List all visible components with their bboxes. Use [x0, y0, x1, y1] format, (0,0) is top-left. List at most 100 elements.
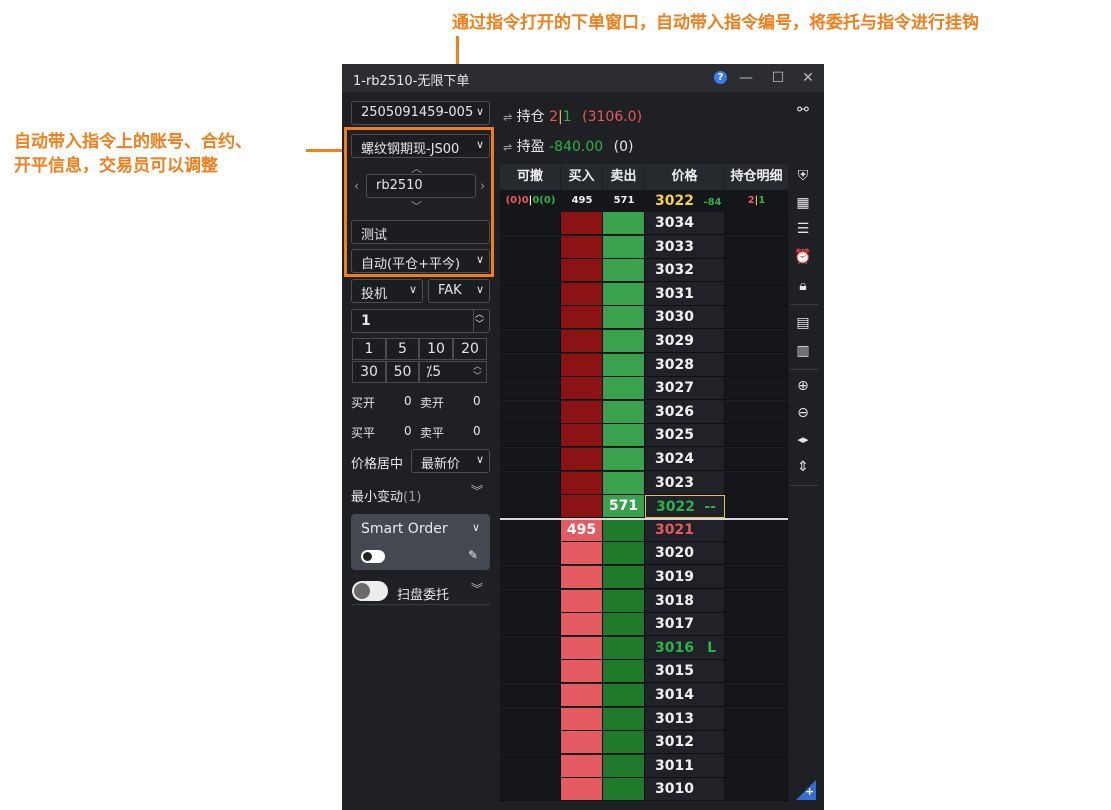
grid-icon[interactable]: ▦ — [794, 194, 812, 212]
position-cell[interactable] — [725, 424, 788, 448]
zoom-in-icon[interactable]: ⊕ — [794, 377, 812, 395]
plus-icon[interactable]: + — [805, 785, 814, 798]
cancel-cell[interactable] — [500, 636, 561, 660]
cancel-cell[interactable] — [500, 566, 561, 589]
sell-cell[interactable] — [603, 377, 645, 401]
remark-input[interactable]: 测试 — [351, 220, 490, 244]
position-cell[interactable] — [725, 400, 788, 424]
position-cell[interactable] — [725, 754, 788, 778]
printer-icon[interactable]: ☰ — [794, 220, 812, 238]
price-cell[interactable]: 3023 — [645, 471, 725, 495]
buy-cell[interactable] — [561, 471, 603, 495]
sell-cell[interactable] — [603, 731, 645, 755]
minimize-button[interactable]: — — [736, 68, 756, 88]
instruction-id-select[interactable]: 2505091459-005 ∨ — [351, 101, 490, 125]
pct-stepper[interactable]: ⁒5 ︿ ﹀ — [419, 361, 487, 383]
price-cell[interactable]: 3025 — [645, 424, 725, 448]
price-cell[interactable]: 3014 — [645, 684, 725, 707]
position-cell[interactable] — [725, 707, 788, 731]
buy-cell[interactable] — [561, 259, 603, 283]
close-button[interactable]: ✕ — [798, 68, 818, 88]
price-cell[interactable]: 3029 — [645, 330, 725, 353]
position-cell[interactable] — [725, 636, 788, 660]
help-icon[interactable]: ? — [714, 71, 727, 84]
order-type-select[interactable]: FAK ∨ — [428, 279, 490, 303]
position-cell[interactable] — [725, 684, 788, 707]
list-icon[interactable]: ▤ — [794, 314, 812, 332]
lock-icon[interactable]: 🔒︎ — [794, 277, 812, 295]
price-cell[interactable]: 3024 — [645, 448, 725, 471]
sell-cell[interactable] — [603, 400, 645, 424]
sell-cell[interactable] — [603, 471, 645, 495]
price-cell[interactable]: 3022 -- — [645, 495, 725, 519]
buy-cell[interactable] — [561, 754, 603, 778]
buy-cell[interactable]: 495 — [561, 518, 603, 542]
sell-cell[interactable] — [603, 778, 645, 802]
expand-icon[interactable]: ︾ — [471, 580, 483, 597]
sell-cell[interactable] — [603, 282, 645, 306]
position-cell[interactable] — [725, 306, 788, 330]
price-cell[interactable]: 3017 — [645, 613, 725, 637]
position-cell[interactable] — [725, 235, 788, 259]
account-select[interactable]: 螺纹钢期现-JS00 ∨ — [351, 134, 490, 158]
contract-down-icon[interactable]: ﹀ — [411, 198, 422, 214]
position-cell[interactable] — [725, 613, 788, 637]
position-cell[interactable] — [725, 495, 788, 519]
price-cell[interactable]: 3012 — [645, 731, 725, 755]
cancel-cell[interactable] — [500, 400, 561, 424]
sell-cell[interactable] — [603, 660, 645, 684]
buy-cell[interactable] — [561, 448, 603, 471]
stepper-icon[interactable]: ︿ ﹀ — [473, 362, 482, 382]
cancel-cell[interactable] — [500, 306, 561, 330]
cancel-cell[interactable] — [500, 589, 561, 613]
buy-cell[interactable] — [561, 377, 603, 401]
price-cell[interactable]: 3026 — [645, 400, 725, 424]
sell-cell[interactable] — [603, 542, 645, 566]
price-cell[interactable]: 3028 — [645, 353, 725, 377]
cancel-cell[interactable] — [500, 613, 561, 637]
sell-cell[interactable] — [603, 684, 645, 707]
cancel-cell[interactable] — [500, 660, 561, 684]
sell-cell[interactable] — [603, 353, 645, 377]
sell-cell[interactable] — [603, 589, 645, 613]
sell-cell[interactable] — [603, 448, 645, 471]
price-cell[interactable]: 3021 — [645, 518, 725, 542]
position-cell[interactable] — [725, 778, 788, 802]
stepper-icon[interactable]: ︿ ﹀ — [475, 310, 484, 330]
price-cell[interactable]: 3010 — [645, 778, 725, 802]
qty-1-button[interactable]: 1 — [352, 338, 386, 360]
buy-cell[interactable] — [561, 353, 603, 377]
cancel-cell[interactable] — [500, 542, 561, 566]
hedge-select[interactable]: 投机 ∨ — [351, 279, 423, 303]
buy-cell[interactable] — [561, 542, 603, 566]
cancel-cell[interactable] — [500, 235, 561, 259]
buy-cell[interactable] — [561, 660, 603, 684]
buy-cell[interactable] — [561, 495, 603, 519]
price-cell[interactable]: 3032 — [645, 259, 725, 283]
sell-cell[interactable] — [603, 613, 645, 637]
sell-cell[interactable] — [603, 306, 645, 330]
buy-cell[interactable] — [561, 235, 603, 259]
maximize-button[interactable]: ☐ — [768, 68, 788, 88]
position-cell[interactable] — [725, 212, 788, 235]
qty-50-button[interactable]: 50 — [386, 361, 419, 383]
price-cell[interactable]: 3030 — [645, 306, 725, 330]
split-horizontal-icon[interactable]: ◂▸ — [794, 431, 812, 449]
buy-cell[interactable] — [561, 212, 603, 235]
cancel-cell[interactable] — [500, 778, 561, 802]
position-cell[interactable] — [725, 259, 788, 283]
position-cell[interactable] — [725, 330, 788, 353]
sweep-toggle[interactable] — [352, 581, 388, 601]
buy-cell[interactable] — [561, 778, 603, 802]
position-cell[interactable] — [725, 566, 788, 589]
sell-cell[interactable]: 571 — [603, 495, 645, 519]
cancel-cell[interactable] — [500, 212, 561, 235]
position-cell[interactable] — [725, 282, 788, 306]
sell-cell[interactable] — [603, 424, 645, 448]
qty-10-button[interactable]: 10 — [419, 338, 453, 360]
chevron-down-icon[interactable]: ∨ — [472, 521, 480, 534]
cancel-cell[interactable] — [500, 471, 561, 495]
sell-cell[interactable] — [603, 754, 645, 778]
shield-plus-icon[interactable]: ⛨ — [794, 167, 812, 185]
buy-cell[interactable] — [561, 400, 603, 424]
